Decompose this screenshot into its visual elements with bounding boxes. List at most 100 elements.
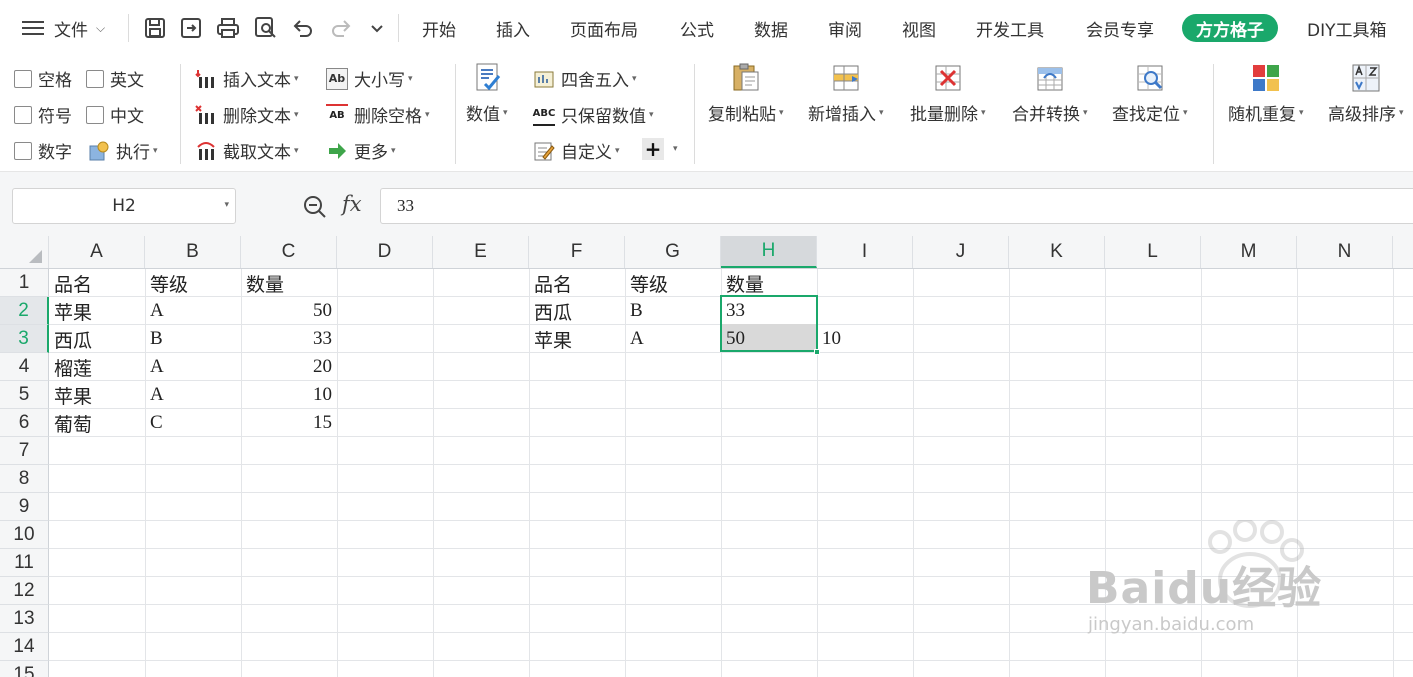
row-header-14[interactable]: 14 <box>0 633 49 661</box>
cell-c6[interactable]: 15 <box>241 409 337 437</box>
column-header-i[interactable]: I <box>817 236 913 268</box>
cell-i3[interactable]: 10 <box>817 325 846 353</box>
cell-b1[interactable]: 等级 <box>145 269 193 297</box>
tab-view[interactable]: 视图 <box>902 14 936 42</box>
column-header-j[interactable]: J <box>913 236 1009 268</box>
tab-page-layout[interactable]: 页面布局 <box>570 14 638 42</box>
row-header-15[interactable]: 15 <box>0 661 49 677</box>
keep-value-button[interactable]: ABC 只保留数值 ▾ <box>533 102 654 127</box>
save-icon[interactable] <box>142 14 168 42</box>
row-header-1[interactable]: 1 <box>0 269 49 297</box>
execute-button[interactable]: 执行 ▾ <box>88 138 158 163</box>
random-repeat-button[interactable]: 随机重复 ▾ <box>1228 62 1304 125</box>
insert-text-button[interactable]: 插入文本 ▾ <box>195 66 299 91</box>
chinese-checkbox[interactable]: 中文 <box>86 102 144 127</box>
cell-h1[interactable]: 数量 <box>721 269 769 297</box>
space-checkbox[interactable]: 空格 <box>14 66 72 91</box>
export-icon[interactable] <box>178 14 204 42</box>
cell-c5[interactable]: 10 <box>241 381 337 409</box>
cell-g1[interactable]: 等级 <box>625 269 673 297</box>
row-header-12[interactable]: 12 <box>0 577 49 605</box>
cell-a2[interactable]: 苹果 <box>49 297 97 325</box>
cell-b2[interactable]: A <box>145 297 169 325</box>
row-header-13[interactable]: 13 <box>0 605 49 633</box>
column-header-d[interactable]: D <box>337 236 433 268</box>
quick-access-dropdown-icon[interactable] <box>366 14 388 42</box>
find-locate-button[interactable]: 查找定位 ▾ <box>1112 62 1188 125</box>
column-header-n[interactable]: N <box>1297 236 1393 268</box>
row-header-4[interactable]: 4 <box>0 353 49 381</box>
chevron-down-icon[interactable]: ▾ <box>224 200 229 210</box>
delete-text-button[interactable]: 删除文本 ▾ <box>195 102 299 127</box>
print-preview-icon[interactable] <box>252 14 280 42</box>
more-button[interactable]: 更多 ▾ <box>326 138 396 163</box>
row-header-7[interactable]: 7 <box>0 437 49 465</box>
cell-a1[interactable]: 品名 <box>49 269 97 297</box>
cell-b6[interactable]: C <box>145 409 168 437</box>
symbol-checkbox[interactable]: 符号 <box>14 102 72 127</box>
column-header-k[interactable]: K <box>1009 236 1105 268</box>
row-header-8[interactable]: 8 <box>0 465 49 493</box>
cell-a5[interactable]: 苹果 <box>49 381 97 409</box>
value-button[interactable]: 数值 ▾ <box>466 62 508 125</box>
cell-f2[interactable]: 西瓜 <box>529 297 577 325</box>
batch-delete-button[interactable]: 批量删除 ▾ <box>910 62 986 125</box>
merge-convert-button[interactable]: 合并转换 ▾ <box>1012 62 1088 125</box>
tab-member[interactable]: 会员专享 <box>1086 14 1154 42</box>
row-header-11[interactable]: 11 <box>0 549 49 577</box>
add-button[interactable]: + ▾ <box>642 137 678 161</box>
column-header-e[interactable]: E <box>433 236 529 268</box>
column-header-h[interactable]: H <box>721 236 817 268</box>
fill-handle[interactable] <box>814 349 820 355</box>
insert-new-button[interactable]: 新增插入 ▾ <box>808 62 884 125</box>
tab-insert[interactable]: 插入 <box>496 14 530 42</box>
case-button[interactable]: Ab 大小写 ▾ <box>326 66 413 91</box>
cell-b5[interactable]: A <box>145 381 169 409</box>
english-checkbox[interactable]: 英文 <box>86 66 144 91</box>
tab-fangfang-gezi[interactable]: 方方格子 <box>1182 14 1278 42</box>
file-menu[interactable]: 文件 ⌵ <box>54 14 105 42</box>
column-header-m[interactable]: M <box>1201 236 1297 268</box>
name-box[interactable]: H2 ▾ <box>12 188 236 224</box>
column-header-b[interactable]: B <box>145 236 241 268</box>
tab-developer[interactable]: 开发工具 <box>976 14 1044 42</box>
row-header-6[interactable]: 6 <box>0 409 49 437</box>
tab-home[interactable]: 开始 <box>422 14 456 42</box>
cell-c2[interactable]: 50 <box>241 297 337 325</box>
column-header-f[interactable]: F <box>529 236 625 268</box>
row-header-9[interactable]: 9 <box>0 493 49 521</box>
select-all-corner[interactable] <box>0 236 49 268</box>
cell-g3[interactable]: A <box>625 325 649 353</box>
tab-review[interactable]: 审阅 <box>828 14 862 42</box>
column-header-g[interactable]: G <box>625 236 721 268</box>
column-header-l[interactable]: L <box>1105 236 1201 268</box>
round-button[interactable]: 四舍五入 ▾ <box>533 66 637 91</box>
advanced-sort-button[interactable]: 高级排序 ▾ <box>1328 62 1404 125</box>
cell-a4[interactable]: 榴莲 <box>49 353 97 381</box>
fx-icon[interactable]: fx <box>342 192 362 216</box>
column-header-a[interactable]: A <box>49 236 145 268</box>
undo-icon[interactable] <box>290 14 316 42</box>
tab-diy-toolbox[interactable]: DIY工具箱 <box>1307 14 1387 42</box>
cut-text-button[interactable]: 截取文本 ▾ <box>195 138 299 163</box>
redo-icon[interactable] <box>328 14 354 42</box>
zoom-search-icon[interactable] <box>302 194 328 220</box>
remove-space-button[interactable]: AB 删除空格 ▾ <box>326 102 430 127</box>
print-icon[interactable] <box>214 14 242 42</box>
row-header-10[interactable]: 10 <box>0 521 49 549</box>
cell-f1[interactable]: 品名 <box>529 269 577 297</box>
cell-b4[interactable]: A <box>145 353 169 381</box>
tab-data[interactable]: 数据 <box>754 14 788 42</box>
cell-b3[interactable]: B <box>145 325 168 353</box>
column-header-c[interactable]: C <box>241 236 337 268</box>
cell-c1[interactable]: 数量 <box>241 269 289 297</box>
copy-paste-button[interactable]: 复制粘贴 ▾ <box>708 62 784 125</box>
cell-a6[interactable]: 葡萄 <box>49 409 97 437</box>
hamburger-menu-icon[interactable] <box>20 14 46 42</box>
cell-f3[interactable]: 苹果 <box>529 325 577 353</box>
row-header-5[interactable]: 5 <box>0 381 49 409</box>
cell-a3[interactable]: 西瓜 <box>49 325 97 353</box>
cell-c4[interactable]: 20 <box>241 353 337 381</box>
tab-formulas[interactable]: 公式 <box>680 14 714 42</box>
row-header-2[interactable]: 2 <box>0 297 49 325</box>
